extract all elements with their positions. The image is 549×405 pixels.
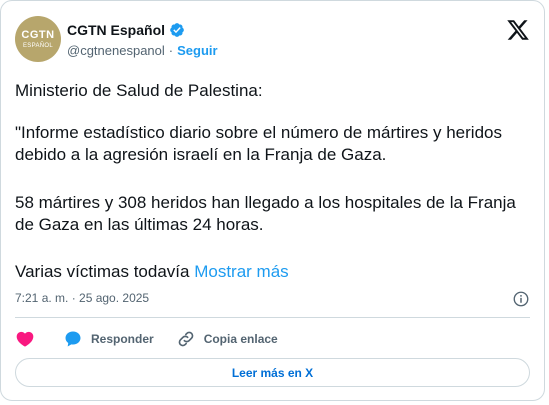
reply-button[interactable]: Responder — [63, 329, 154, 349]
author-handle-row: @cgtnenespanol · Seguir — [67, 43, 218, 58]
copy-link-label: Copia enlace — [203, 332, 278, 346]
author-name-row: CGTN Español — [67, 20, 185, 40]
read-more-button[interactable]: Leer más en X — [15, 358, 530, 387]
tweet-actions: Responder Copia enlace — [15, 328, 278, 350]
tweet-card: CGTN ESPAÑOL CGTN Español @cgtnenespanol… — [0, 0, 545, 401]
reply-label: Responder — [91, 332, 154, 346]
separator-dot: · — [168, 43, 174, 58]
tweet-paragraph: Ministerio de Salud de Palestina: — [15, 81, 263, 100]
follow-button[interactable]: Seguir — [177, 43, 217, 58]
author-handle[interactable]: @cgtnenespanol — [67, 43, 165, 58]
link-icon — [178, 331, 194, 347]
tweet-paragraph: 58 mártires y 308 heridos han llegado a … — [15, 193, 516, 234]
avatar[interactable]: CGTN ESPAÑOL — [15, 16, 61, 62]
tweet-timestamp[interactable]: 7:21 a. m. · 25 ago. 2025 — [15, 291, 149, 305]
avatar-logo-subtext: ESPAÑOL — [23, 42, 53, 49]
info-icon[interactable] — [512, 290, 530, 308]
verified-badge-icon — [170, 23, 184, 37]
tweet-paragraph: "Informe estadístico diario sobre el núm… — [15, 123, 502, 164]
tweet-truncated-paragraph: Varias víctimas todavía Mostrar más — [15, 261, 525, 283]
author-display-name[interactable]: CGTN Español — [67, 22, 165, 38]
heart-icon — [16, 331, 34, 347]
copy-link-button[interactable]: Copia enlace — [176, 329, 278, 349]
like-button[interactable] — [15, 329, 35, 349]
speech-bubble-icon — [65, 331, 81, 347]
tweet-truncated-text: Varias víctimas todavía — [15, 262, 190, 281]
avatar-logo-text: CGTN — [21, 28, 55, 41]
show-more-link[interactable]: Mostrar más — [194, 262, 288, 281]
divider — [15, 317, 530, 318]
x-logo-icon[interactable] — [506, 18, 530, 42]
